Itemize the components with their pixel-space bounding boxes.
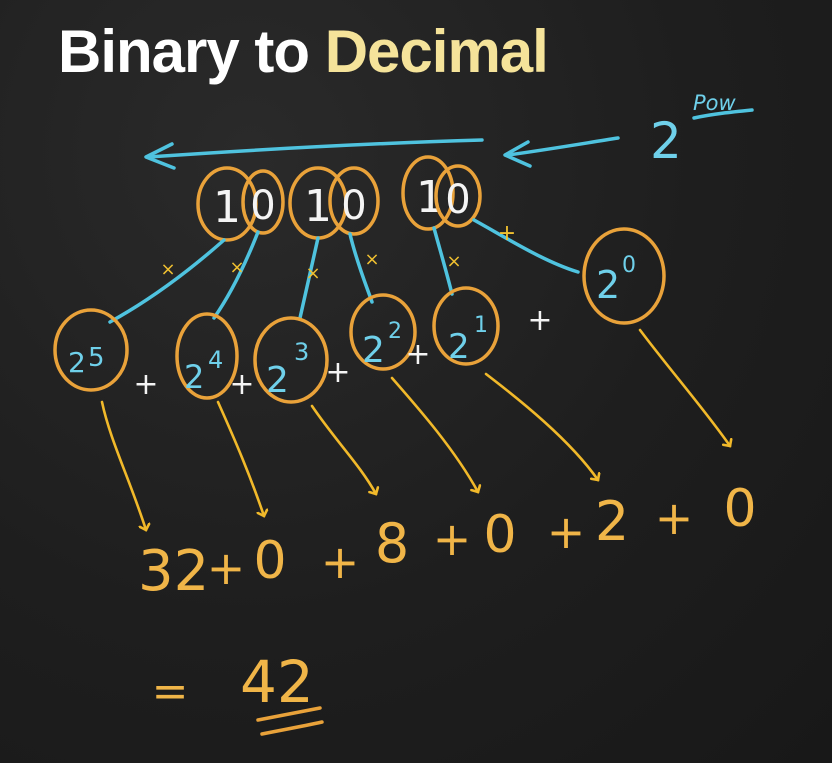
binary-digit-value: 1 bbox=[304, 181, 332, 232]
pow-base: 2 bbox=[650, 112, 682, 170]
multiply-sign: × bbox=[305, 263, 320, 284]
power-exponent: 5 bbox=[88, 343, 105, 373]
result-value: 42 bbox=[240, 648, 314, 716]
plus-sign: + bbox=[405, 337, 430, 372]
power-base: 2 bbox=[68, 346, 86, 379]
down-arrow bbox=[100, 400, 146, 530]
plus-sign: + bbox=[325, 355, 350, 390]
direction-arrow bbox=[144, 138, 484, 170]
multiply-sign: + bbox=[498, 221, 516, 246]
power-term: 2 1 bbox=[432, 286, 500, 367]
sum-term: 8 bbox=[375, 512, 409, 575]
power-term: 2 5 bbox=[53, 308, 129, 392]
sum-term: 0 bbox=[723, 479, 756, 539]
power-exponent: 2 bbox=[388, 319, 402, 344]
power-base: 2 bbox=[596, 263, 620, 307]
sum-plus: + bbox=[547, 505, 586, 559]
sum-plus: + bbox=[433, 512, 472, 566]
multiply-sign: × bbox=[229, 257, 244, 278]
sum-plus: + bbox=[655, 491, 694, 545]
power-term: 2 3 bbox=[253, 316, 329, 404]
power-base: 2 bbox=[184, 358, 204, 396]
down-arrow bbox=[216, 400, 264, 516]
sum-plus: + bbox=[207, 541, 246, 595]
sum-term: 2 bbox=[595, 490, 629, 553]
binary-diagram: 2 Pow 1 0 1 0 1 0 × × × × × + 2 5 2 4 2 … bbox=[53, 91, 757, 736]
power-exponent: 4 bbox=[208, 346, 223, 374]
plus-sign: + bbox=[527, 303, 552, 338]
equals-sign: = bbox=[152, 666, 189, 717]
multiply-sign: × bbox=[364, 249, 379, 270]
chalkboard: Binary to Decimal 2 Pow 1 0 1 0 1 0 × × … bbox=[0, 0, 832, 763]
pow-label: 2 Pow bbox=[503, 91, 754, 170]
plus-sign: + bbox=[133, 367, 158, 402]
down-arrow bbox=[484, 372, 598, 480]
binary-digit-value: 0 bbox=[341, 183, 366, 229]
plus-sign: + bbox=[229, 367, 254, 402]
result: = 42 bbox=[152, 648, 324, 736]
power-base: 2 bbox=[266, 360, 289, 401]
sum-term: 32 bbox=[138, 539, 209, 604]
connector-line bbox=[472, 218, 580, 274]
connector-line bbox=[108, 238, 226, 324]
power-term: 2 0 bbox=[582, 227, 666, 325]
multiply-sign: × bbox=[446, 251, 461, 272]
binary-digit-value: 0 bbox=[445, 177, 470, 223]
power-exponent: 1 bbox=[474, 313, 488, 338]
binary-digit-value: 0 bbox=[250, 183, 275, 229]
binary-digit: 0 bbox=[241, 169, 285, 235]
down-arrow bbox=[638, 328, 730, 446]
power-term: 2 4 bbox=[175, 312, 239, 400]
sum-term: 0 bbox=[483, 505, 516, 565]
binary-number: 1 0 1 0 1 0 bbox=[196, 155, 482, 242]
down-arrow bbox=[310, 404, 376, 494]
sum-row: 32 + 0 + 8 + 0 + 2 + 0 bbox=[138, 479, 757, 604]
binary-digit-value: 1 bbox=[213, 182, 241, 233]
binary-digit: 0 bbox=[328, 166, 380, 236]
pow-arrow bbox=[506, 136, 620, 157]
result-underline bbox=[260, 720, 324, 736]
multiply-sign: × bbox=[160, 259, 175, 280]
power-exponent: 3 bbox=[294, 338, 309, 366]
sum-plus: + bbox=[321, 535, 360, 589]
binary-digit: 1 bbox=[196, 166, 258, 242]
power-base: 2 bbox=[448, 327, 470, 367]
down-arrow bbox=[390, 376, 478, 492]
power-base: 2 bbox=[362, 330, 385, 371]
power-exponent: 0 bbox=[622, 253, 636, 278]
sum-term: 0 bbox=[253, 531, 286, 591]
